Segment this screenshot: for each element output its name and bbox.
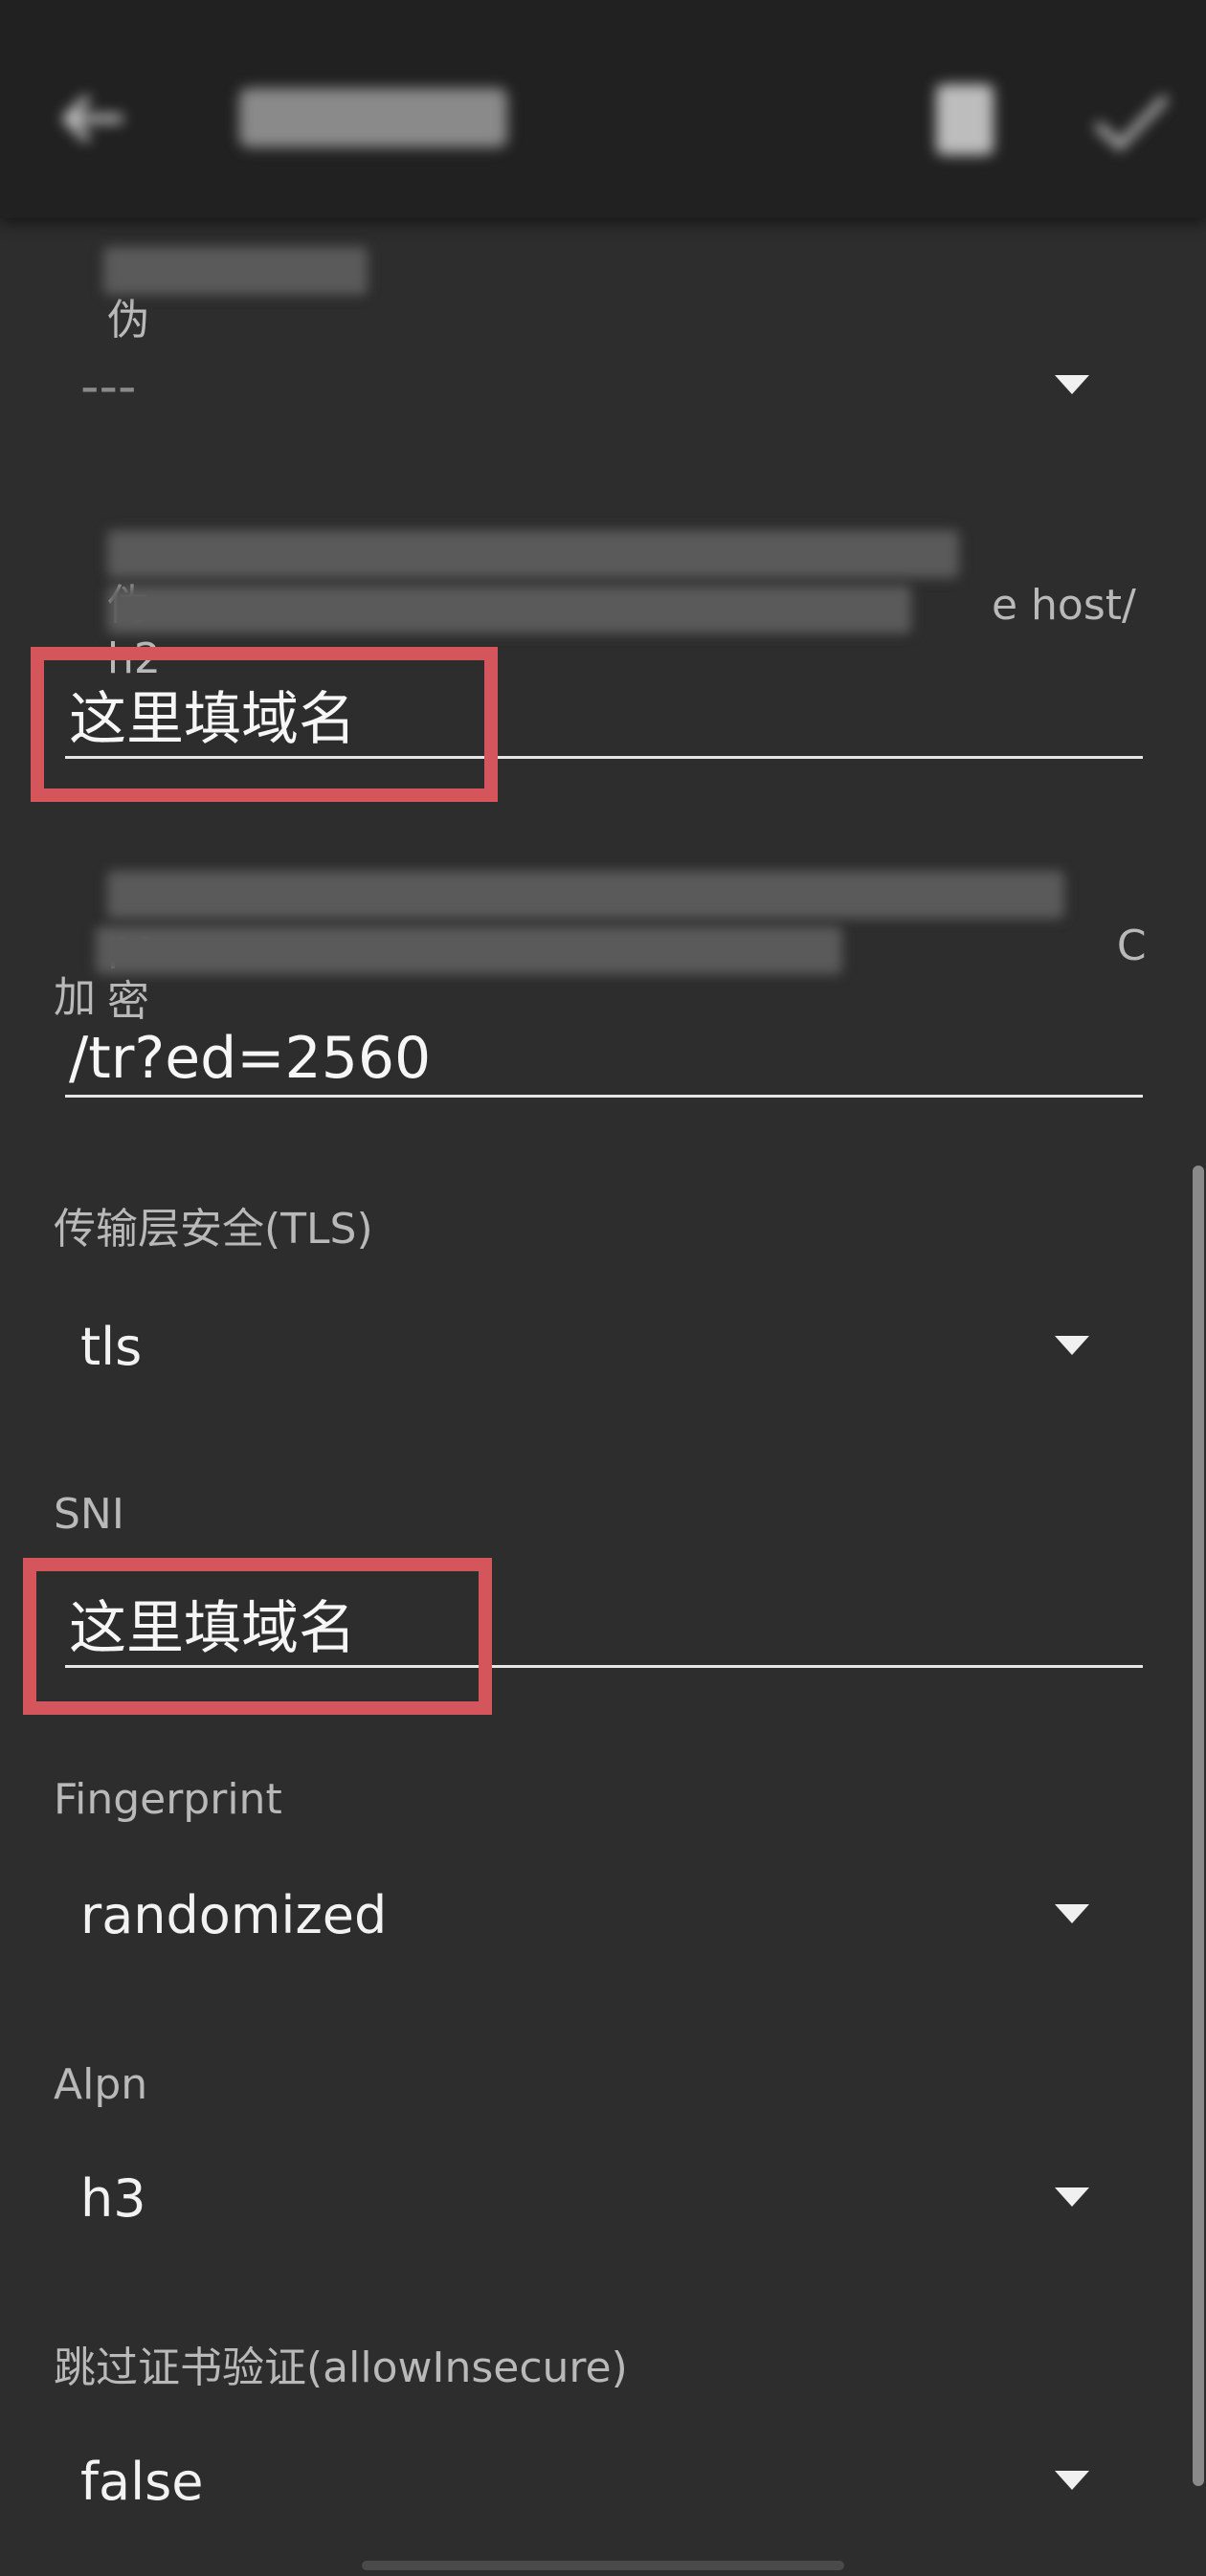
check-icon[interactable] (1091, 92, 1172, 151)
document-icon[interactable] (936, 84, 994, 155)
navigation-handle[interactable] (362, 2561, 844, 2570)
path-input[interactable]: /tr?ed=2560 (65, 1024, 1143, 1098)
dropdown-caret-icon[interactable] (1055, 1904, 1089, 1923)
redacted-text (96, 926, 842, 974)
dropdown-caret-icon[interactable] (1055, 2471, 1089, 2490)
field-label-tls: 传输层安全(TLS) (54, 1205, 373, 1254)
field-label-alpn: Alpn (54, 2060, 148, 2109)
allow-insecure-select[interactable]: false (80, 2452, 203, 2513)
redacted-text (107, 586, 911, 633)
field-label-fingerprint: Fingerprint (54, 1775, 282, 1824)
field-label-sni: SNI (54, 1490, 124, 1539)
field-label-allow-insecure: 跳过证书验证(allowInsecure) (54, 2343, 628, 2392)
highlight-box (31, 647, 498, 802)
redacted-text (107, 530, 959, 578)
scrollbar[interactable] (1193, 1166, 1204, 2486)
dropdown-caret-icon[interactable] (1055, 1336, 1089, 1355)
page-title (239, 88, 507, 147)
redacted-text (107, 871, 1064, 919)
fingerprint-select[interactable]: randomized (80, 1885, 387, 1946)
dropdown-caret-icon[interactable] (1055, 2187, 1089, 2207)
alpn-select[interactable]: h3 (80, 2168, 146, 2230)
tls-select[interactable]: tls (80, 1317, 142, 1378)
app-bar (0, 0, 1206, 218)
back-arrow-icon[interactable] (59, 92, 126, 145)
redacted-text (103, 247, 368, 295)
settings-form: 伪 --- 伪e host/ h2 这里填域名 paC 加 密 /tr?ed=2… (0, 0, 1206, 2576)
dropdown-caret-icon[interactable] (1055, 375, 1089, 394)
camouflage-type-select[interactable]: --- (80, 356, 136, 417)
highlight-box (23, 1558, 492, 1715)
